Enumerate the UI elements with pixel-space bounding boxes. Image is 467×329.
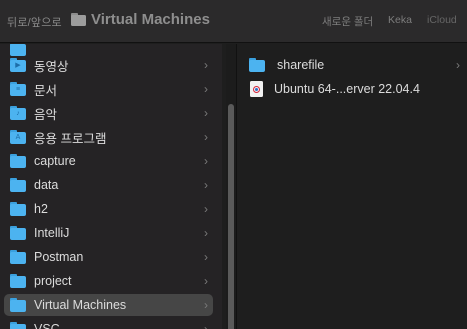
chevron-right-icon: › — [204, 58, 208, 72]
title-text: Virtual Machines — [91, 11, 210, 28]
folder-icon — [10, 250, 26, 264]
vm-file-icon — [250, 81, 264, 97]
sidebar-item-virtual-machines[interactable]: Virtual Machines › — [4, 294, 213, 316]
sidebar-item-project[interactable]: project › — [4, 270, 213, 292]
folder-glyph: ≡ — [15, 86, 21, 93]
sidebar-item-vsc[interactable]: VSC › — [4, 318, 213, 329]
sidebar-item-postman[interactable]: Postman › — [4, 246, 213, 268]
chevron-right-icon: › — [204, 226, 208, 240]
sidebar: ▶ 동영상 › ≡ 문서 › ♪ 음악 › A 응용 프로그램 › capture › data › h2 › In… — [0, 44, 222, 329]
sidebar-item-label: IntelliJ — [34, 226, 70, 240]
sidebar-item-문서[interactable]: ≡ 문서 › — [4, 78, 213, 100]
sidebar-item-label: 음악 — [34, 107, 58, 122]
keka-button[interactable]: Keka — [388, 14, 412, 26]
sidebar-item-label: 동영상 — [34, 59, 69, 74]
folder-icon — [10, 154, 26, 168]
sidebar-item-음악[interactable]: ♪ 음악 › — [4, 102, 213, 124]
video-folder-icon: ▶ — [10, 58, 26, 72]
new-folder-button[interactable]: 새로운 폴더 — [322, 14, 373, 29]
sidebar-item-label: data — [34, 178, 59, 192]
item-label: Ubuntu 64-...erver 22.04.4 — [274, 82, 420, 96]
chevron-right-icon: › — [204, 298, 208, 312]
folder-icon — [10, 274, 26, 288]
scrollbar-thumb[interactable] — [228, 104, 234, 329]
folder-glyph: A — [15, 134, 21, 141]
sidebar-item-응용-프로그램[interactable]: A 응용 프로그램 › — [4, 126, 213, 148]
sidebar-item-label: capture — [34, 154, 76, 168]
folder-icon — [10, 298, 26, 312]
finder-window: 뒤로/앞으로 Virtual Machines 새로운 폴더 Keka iClo… — [0, 0, 467, 329]
sidebar-item-동영상[interactable]: ▶ 동영상 › — [4, 54, 213, 76]
chevron-right-icon: › — [204, 130, 208, 144]
folder-icon — [249, 58, 266, 72]
chevron-right-icon: › — [204, 202, 208, 216]
list-item-sharefile[interactable]: sharefile › — [249, 54, 463, 76]
sidebar-item-label: Virtual Machines — [34, 298, 127, 312]
folder-icon — [71, 13, 86, 26]
chevron-right-icon: › — [204, 274, 208, 288]
documents-folder-icon: ≡ — [10, 82, 26, 96]
toolbar: 뒤로/앞으로 Virtual Machines 새로운 폴더 Keka iClo… — [0, 0, 467, 43]
chevron-right-icon: › — [204, 106, 208, 120]
sidebar-item-label: Postman — [34, 250, 84, 264]
chevron-right-icon: › — [204, 82, 208, 96]
folder-icon — [10, 202, 26, 216]
chevron-right-icon: › — [204, 322, 208, 329]
folder-glyph: ▶ — [15, 62, 21, 69]
chevron-right-icon: › — [204, 178, 208, 192]
chevron-right-icon: › — [204, 250, 208, 264]
icloud-button[interactable]: iCloud — [427, 14, 457, 26]
folder-icon — [10, 322, 26, 329]
sidebar-scrollbar[interactable] — [226, 44, 236, 329]
folder-glyph: ♪ — [16, 110, 20, 117]
content-pane: sharefile › Ubuntu 64-...erver 22.04.4 — [237, 44, 467, 329]
sidebar-item-label: 응용 프로그램 — [34, 131, 107, 146]
chevron-right-icon: › — [204, 154, 208, 168]
sidebar-item-data[interactable]: data › — [4, 174, 213, 196]
sidebar-item-intellij[interactable]: IntelliJ › — [4, 222, 213, 244]
folder-icon — [10, 226, 26, 240]
sidebar-item-label: project — [34, 274, 72, 288]
back-forward-button[interactable]: 뒤로/앞으로 — [7, 14, 62, 30]
sidebar-item-capture[interactable]: capture › — [4, 150, 213, 172]
item-label: sharefile — [277, 58, 325, 72]
sidebar-item-h2[interactable]: h2 › — [4, 198, 213, 220]
sidebar-item-label: VSC — [34, 322, 60, 329]
music-folder-icon: ♪ — [10, 106, 26, 120]
list-item-ubuntu-vm[interactable]: Ubuntu 64-...erver 22.04.4 — [249, 78, 463, 100]
sidebar-item-label: 문서 — [34, 83, 58, 98]
applications-folder-icon: A — [10, 130, 26, 144]
folder-icon — [10, 178, 26, 192]
chevron-right-icon: › — [456, 58, 460, 72]
window-title: Virtual Machines — [71, 11, 210, 28]
sidebar-item-label: h2 — [34, 202, 48, 216]
